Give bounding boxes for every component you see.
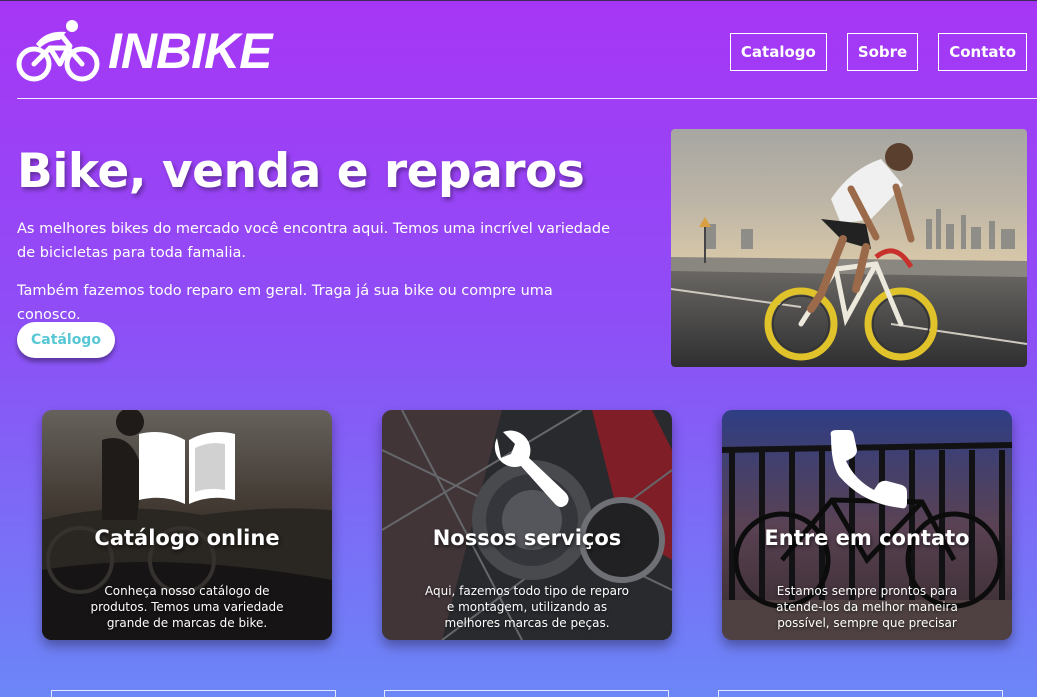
catalog-cta-button[interactable]: Catálogo (17, 322, 115, 358)
nav-catalogo-button[interactable]: Catalogo (729, 33, 827, 71)
card-services-description: Aqui, fazemos todo tipo de reparo e mont… (424, 584, 630, 630)
brand-name: INBIKE (108, 23, 272, 79)
hero-title: Bike, venda e reparos (17, 144, 585, 199)
card-catalog-title: Catálogo online (94, 526, 280, 550)
brand-logo[interactable]: INBIKE (16, 18, 272, 84)
card-catalog-description: Conheça nosso catálogo de produtos. Temo… (90, 584, 284, 630)
bottom-panel-2 (384, 690, 669, 697)
hero-cyclist-photo (671, 129, 1027, 367)
card-services-title: Nossos serviços (432, 526, 622, 550)
hero-paragraph-2: Também fazemos todo reparo em geral. Tra… (17, 283, 553, 323)
nav-sobre-button[interactable]: Sobre (846, 33, 919, 71)
cyclist-logo-icon (16, 20, 100, 82)
card-contact-title: Entre em contato (764, 526, 970, 550)
hero-paragraph-1: As melhores bikes do mercado você encont… (17, 221, 611, 261)
top-nav: Catalogo Sobre Contato (729, 33, 1027, 71)
wrench-icon (494, 430, 569, 507)
card-catalog[interactable]: Catálogo online Conheça nosso catálogo d… (42, 410, 332, 640)
card-services[interactable]: Nossos serviços Aqui, fazemos todo tipo … (382, 410, 672, 640)
bottom-panel-3 (718, 690, 1003, 697)
phone-icon (830, 430, 907, 509)
header-divider (17, 98, 1037, 99)
nav-contato-button[interactable]: Contato (938, 33, 1027, 71)
top-border (0, 0, 1037, 1)
card-contact-description: Estamos sempre prontos para atende-los d… (776, 584, 958, 630)
card-contact[interactable]: Entre em contato Estamos sempre prontos … (722, 410, 1012, 640)
book-icon (139, 432, 235, 504)
bottom-panel-1 (51, 690, 336, 697)
